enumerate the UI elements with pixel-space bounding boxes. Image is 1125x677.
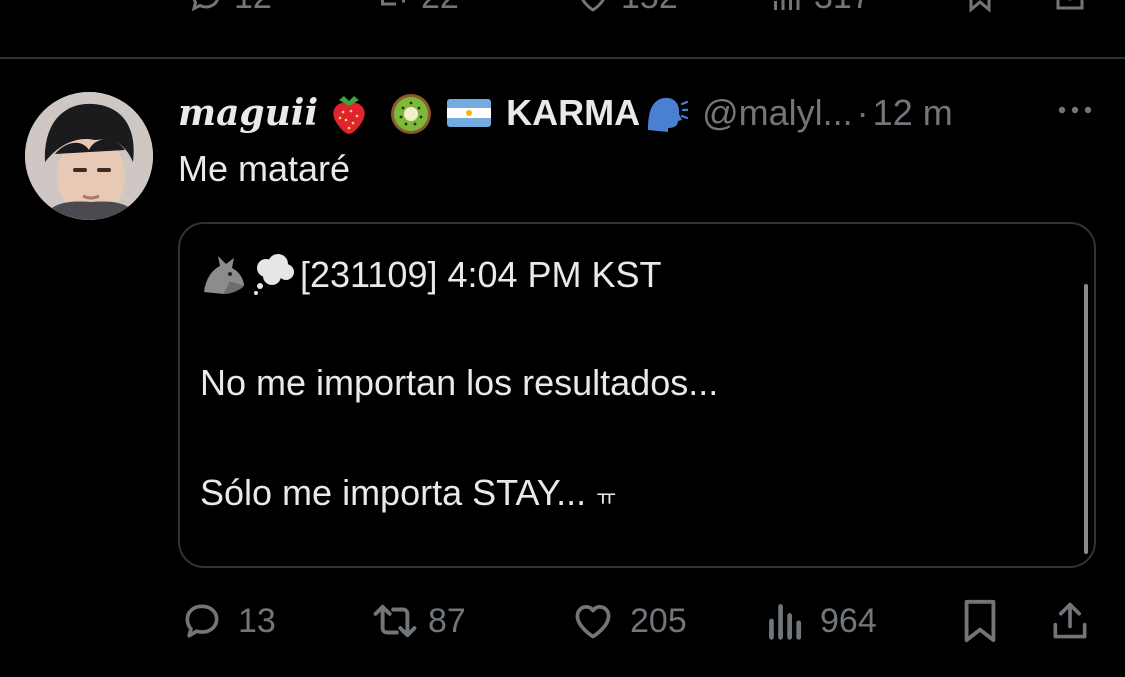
prev-reply-action[interactable]: 12 bbox=[188, 0, 272, 17]
reply-icon bbox=[191, 0, 219, 11]
prev-bookmark-action[interactable] bbox=[962, 0, 998, 14]
views-icon bbox=[769, 604, 802, 640]
bookmark-icon bbox=[964, 599, 996, 643]
header-separator: · bbox=[856, 92, 869, 133]
repost-icon bbox=[373, 604, 417, 638]
prev-share-action[interactable] bbox=[1052, 0, 1088, 14]
tweet-time[interactable]: 12 m bbox=[873, 92, 953, 134]
prev-repost-action[interactable]: 22 bbox=[375, 0, 459, 17]
quoted-content-card[interactable]: [231109] 4:04 PM KST No me importan los … bbox=[178, 222, 1096, 568]
bookmark-icon bbox=[969, 0, 991, 13]
kiwi-icon bbox=[391, 94, 432, 134]
tweet-actions: 13 87 205 964 bbox=[0, 596, 1125, 646]
views-button[interactable]: 964 bbox=[766, 596, 877, 646]
prev-repost-count: 22 bbox=[421, 0, 459, 17]
wolf-icon bbox=[204, 256, 244, 294]
tweet-text: Me mataré bbox=[178, 148, 351, 189]
like-count: 205 bbox=[630, 601, 687, 640]
repost-button[interactable]: 87 bbox=[372, 596, 466, 646]
speaking-head-icon bbox=[648, 97, 689, 132]
reply-button[interactable]: 13 bbox=[180, 596, 276, 646]
previous-tweet-actions: 12 22 152 317 bbox=[0, 0, 1125, 18]
prev-views-action[interactable]: 317 bbox=[768, 0, 871, 17]
views-count: 964 bbox=[820, 601, 877, 640]
quote-header-text: [231109] 4:04 PM KST bbox=[300, 254, 662, 295]
tweet-header: maguii KARMA @malyl... · 12 m bbox=[178, 88, 953, 138]
bookmark-button[interactable] bbox=[960, 596, 1000, 646]
share-icon bbox=[1056, 0, 1084, 10]
quote-scrollbar[interactable] bbox=[1084, 284, 1088, 554]
reply-count: 13 bbox=[238, 601, 276, 640]
reply-icon bbox=[185, 604, 219, 638]
share-button[interactable] bbox=[1048, 596, 1092, 646]
user-handle[interactable]: @malyl... bbox=[702, 92, 853, 134]
avatar[interactable] bbox=[25, 92, 153, 220]
quote-line-2-text: Sólo me importa STAY... bbox=[200, 472, 587, 513]
repost-count: 87 bbox=[428, 601, 466, 640]
quote-line-2: Sólo me importa STAY... ㅠ bbox=[200, 472, 616, 514]
prev-like-action[interactable]: 152 bbox=[575, 0, 678, 17]
like-button[interactable]: 205 bbox=[570, 596, 687, 646]
display-name[interactable]: maguii bbox=[178, 92, 318, 134]
quote-header: [231109] 4:04 PM KST bbox=[200, 252, 662, 298]
share-icon bbox=[1053, 602, 1087, 639]
more-icon[interactable] bbox=[1055, 100, 1095, 120]
prev-views-count: 317 bbox=[814, 0, 871, 17]
tweet-divider bbox=[0, 57, 1125, 59]
thought-balloon-icon bbox=[254, 254, 294, 295]
heart-icon bbox=[581, 0, 605, 12]
prev-reply-count: 12 bbox=[234, 0, 272, 17]
strawberry-icon bbox=[333, 96, 365, 134]
prev-like-count: 152 bbox=[621, 0, 678, 17]
quote-line-1: No me importan los resultados... bbox=[200, 362, 719, 403]
views-icon bbox=[774, 0, 800, 10]
repost-icon bbox=[381, 0, 405, 5]
heart-icon bbox=[575, 605, 611, 639]
quote-line-2-suffix: ㅠ bbox=[596, 485, 617, 510]
name-suffix: KARMA bbox=[506, 92, 641, 133]
avatar-photo bbox=[25, 92, 153, 220]
argentina-flag-icon bbox=[447, 99, 492, 127]
